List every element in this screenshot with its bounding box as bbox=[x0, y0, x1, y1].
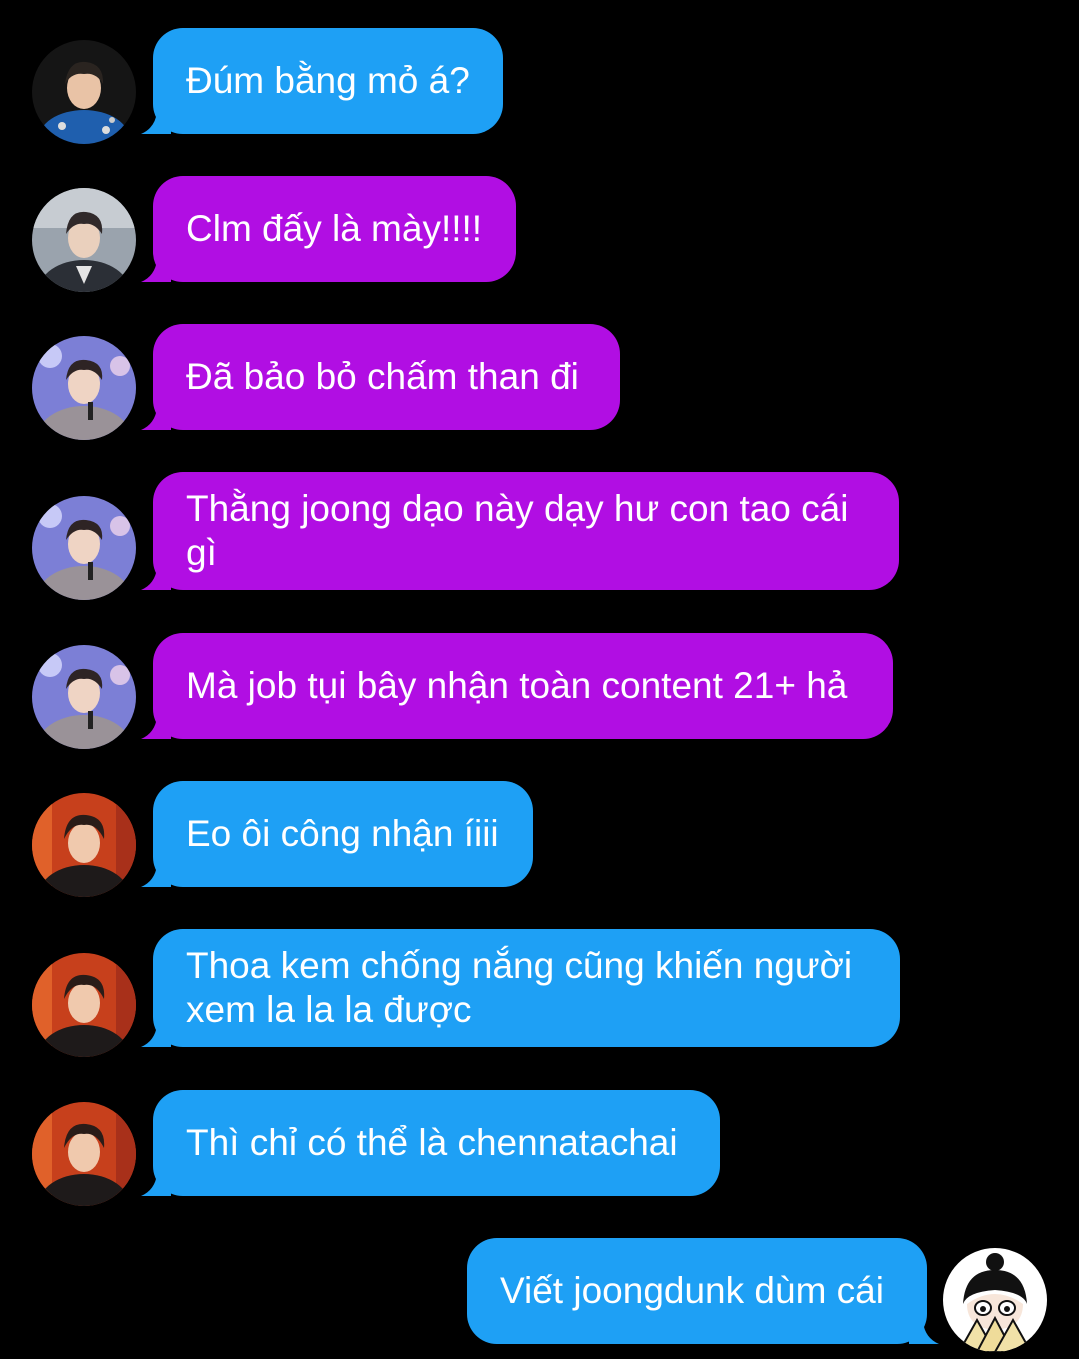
bubble-tail-icon bbox=[141, 568, 171, 590]
avatar[interactable] bbox=[943, 1248, 1047, 1352]
message-text: Eo ôi công nhận íiii bbox=[186, 813, 499, 854]
avatar[interactable] bbox=[32, 953, 136, 1057]
message-bubble[interactable]: Đã bảo bỏ chấm than đi bbox=[141, 324, 620, 430]
message-text: Thằng joong dạo này dạy hư con tao cái g… bbox=[186, 488, 849, 573]
message-text: Thoa kem chống nắng cũng khiến người xem… bbox=[186, 945, 853, 1030]
bubble-tail-icon bbox=[141, 408, 171, 430]
avatar-photo-icon bbox=[32, 953, 136, 1057]
avatar-photo-icon bbox=[32, 793, 136, 897]
message-text: Mà job tụi bây nhận toàn content 21+ hả bbox=[186, 665, 848, 706]
bubble-tail-icon bbox=[909, 1322, 939, 1344]
avatar-photo-icon bbox=[32, 40, 136, 144]
avatar-photo-icon bbox=[32, 1102, 136, 1206]
message-row: Eo ôi công nhận íiii bbox=[0, 781, 1079, 897]
avatar[interactable] bbox=[32, 188, 136, 292]
avatar-photo-icon bbox=[32, 645, 136, 749]
message-row: Thoa kem chống nắng cũng khiến người xem… bbox=[0, 929, 1079, 1057]
avatar[interactable] bbox=[32, 40, 136, 144]
message-row: Mà job tụi bây nhận toàn content 21+ hả bbox=[0, 633, 1079, 749]
cartoon-avatar-icon bbox=[943, 1248, 1047, 1352]
message-bubble[interactable]: Đúm bằng mỏ á? bbox=[141, 28, 503, 134]
bubble-tail-icon bbox=[141, 1025, 171, 1047]
bubble-tail-icon bbox=[141, 717, 171, 739]
message-text: Đúm bằng mỏ á? bbox=[186, 60, 470, 101]
message-row: Đã bảo bỏ chấm than đi bbox=[0, 324, 1079, 440]
message-text: Viết joongdunk dùm cái bbox=[500, 1270, 884, 1311]
message-row: Thì chỉ có thể là chennatachai bbox=[0, 1090, 1079, 1206]
message-bubble[interactable]: Viết joongdunk dùm cái bbox=[467, 1238, 939, 1344]
message-bubble[interactable]: Mà job tụi bây nhận toàn content 21+ hả bbox=[141, 633, 893, 739]
message-row: Clm đấy là mày!!!! bbox=[0, 176, 1079, 292]
avatar[interactable] bbox=[32, 1102, 136, 1206]
bubble-tail-icon bbox=[141, 260, 171, 282]
avatar-photo-icon bbox=[32, 496, 136, 600]
avatar[interactable] bbox=[32, 336, 136, 440]
message-row: Đúm bằng mỏ á? bbox=[0, 28, 1079, 144]
message-row: Viết joongdunk dùm cái bbox=[0, 1238, 1079, 1352]
avatar-photo-icon bbox=[32, 188, 136, 292]
message-bubble[interactable]: Thoa kem chống nắng cũng khiến người xem… bbox=[141, 929, 900, 1047]
message-text: Clm đấy là mày!!!! bbox=[186, 208, 483, 249]
message-bubble[interactable]: Clm đấy là mày!!!! bbox=[141, 176, 516, 282]
avatar[interactable] bbox=[32, 496, 136, 600]
avatar[interactable] bbox=[32, 645, 136, 749]
message-text: Thì chỉ có thể là chennatachai bbox=[186, 1122, 678, 1163]
bubble-tail-icon bbox=[141, 865, 171, 887]
message-bubble[interactable]: Thằng joong dạo này dạy hư con tao cái g… bbox=[141, 472, 899, 590]
message-bubble[interactable]: Eo ôi công nhận íiii bbox=[141, 781, 533, 887]
message-row: Thằng joong dạo này dạy hư con tao cái g… bbox=[0, 472, 1079, 600]
avatar[interactable] bbox=[32, 793, 136, 897]
message-bubble[interactable]: Thì chỉ có thể là chennatachai bbox=[141, 1090, 720, 1196]
avatar-photo-icon bbox=[32, 336, 136, 440]
message-text: Đã bảo bỏ chấm than đi bbox=[186, 356, 579, 397]
bubble-tail-icon bbox=[141, 112, 171, 134]
bubble-tail-icon bbox=[141, 1174, 171, 1196]
